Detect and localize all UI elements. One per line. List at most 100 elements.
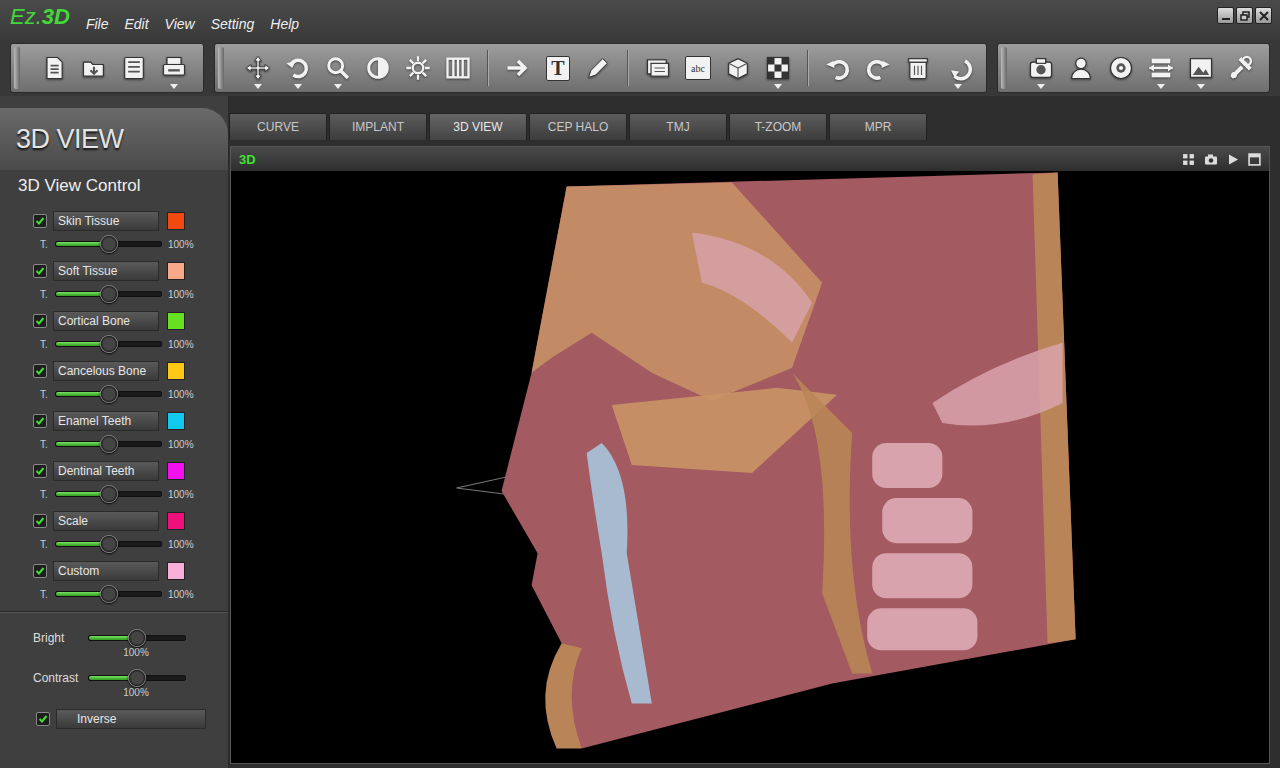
transparency-slider[interactable] <box>55 491 162 497</box>
menu-item[interactable]: Help <box>270 14 299 34</box>
dropdown-caret-icon[interactable] <box>334 84 342 89</box>
dropdown-caret-icon[interactable] <box>170 84 178 89</box>
checker-button[interactable] <box>758 45 798 91</box>
render-canvas[interactable] <box>231 171 1269 763</box>
menu-item[interactable]: File <box>86 14 109 34</box>
doc-button[interactable] <box>34 45 74 91</box>
menu-bar: File Edit View Setting Help <box>86 14 299 34</box>
dropdown-caret-icon[interactable] <box>1157 84 1165 89</box>
measure-button[interactable] <box>1141 45 1181 91</box>
minimize-button[interactable] <box>1217 7 1234 24</box>
transparency-slider[interactable] <box>55 441 162 447</box>
layer-color-swatch[interactable] <box>167 312 185 330</box>
toolbar-grip[interactable] <box>218 47 224 89</box>
bright-button[interactable] <box>398 45 438 91</box>
menu-item[interactable]: Edit <box>124 14 148 34</box>
inverse-checkbox[interactable] <box>36 712 50 726</box>
image-button[interactable] <box>1181 45 1221 91</box>
arrow-button[interactable] <box>498 45 538 91</box>
cube-button[interactable] <box>718 45 758 91</box>
layer-checkbox[interactable] <box>33 364 47 378</box>
layer-color-swatch[interactable] <box>167 562 185 580</box>
reset-button[interactable] <box>938 45 978 91</box>
toolbar-grip[interactable] <box>1001 47 1007 89</box>
transparency-slider[interactable] <box>55 291 162 297</box>
adjustment-slider[interactable] <box>88 675 186 681</box>
move-button[interactable] <box>238 45 278 91</box>
disc-button[interactable] <box>1101 45 1141 91</box>
transparency-slider[interactable] <box>55 541 162 547</box>
slider-knob[interactable] <box>100 385 118 403</box>
transparency-slider[interactable] <box>55 591 162 597</box>
slider-knob[interactable] <box>100 335 118 353</box>
layer-checkbox[interactable] <box>33 264 47 278</box>
layers-button[interactable] <box>638 45 678 91</box>
tab[interactable]: T-ZOOM <box>729 113 827 140</box>
person-button[interactable] <box>1061 45 1101 91</box>
slider-knob[interactable] <box>128 629 146 647</box>
layer-color-swatch[interactable] <box>167 212 185 230</box>
zoom-button[interactable] <box>318 45 358 91</box>
maximize-icon[interactable] <box>1248 153 1261 166</box>
print-button[interactable] <box>154 45 194 91</box>
tab[interactable]: CURVE <box>229 113 327 140</box>
layer-checkbox[interactable] <box>33 564 47 578</box>
tab[interactable]: IMPLANT <box>329 113 427 140</box>
pencil-button[interactable] <box>578 45 618 91</box>
tab[interactable]: 3D VIEW <box>429 113 527 140</box>
redo-button[interactable] <box>858 45 898 91</box>
restore-button[interactable] <box>1236 7 1253 24</box>
transparency-slider[interactable] <box>55 391 162 397</box>
dropdown-caret-icon[interactable] <box>1197 84 1205 89</box>
slider-knob[interactable] <box>100 435 118 453</box>
print-icon <box>160 54 188 82</box>
tab[interactable]: CEP HALO <box>529 113 627 140</box>
dropdown-caret-icon[interactable] <box>1037 84 1045 89</box>
rotate-button[interactable] <box>278 45 318 91</box>
label-button[interactable]: abc <box>678 45 718 91</box>
dropdown-caret-icon[interactable] <box>254 84 262 89</box>
camera-button[interactable] <box>1021 45 1061 91</box>
adjustment-slider[interactable] <box>88 635 186 641</box>
menu-item[interactable]: Setting <box>211 14 255 34</box>
undo-button[interactable] <box>818 45 858 91</box>
slider-knob[interactable] <box>100 235 118 253</box>
play-icon[interactable] <box>1227 153 1239 166</box>
grid-layout-icon[interactable] <box>1182 153 1195 166</box>
menu-item[interactable]: View <box>165 14 195 34</box>
layer-checkbox[interactable] <box>33 464 47 478</box>
columns-button[interactable] <box>438 45 478 91</box>
dropdown-caret-icon[interactable] <box>954 84 962 89</box>
slider-knob[interactable] <box>100 585 118 603</box>
slider-knob[interactable] <box>100 485 118 503</box>
close-button[interactable] <box>1255 7 1272 24</box>
tab[interactable]: MPR <box>829 113 927 140</box>
slider-knob[interactable] <box>100 535 118 553</box>
folder-button[interactable] <box>74 45 114 91</box>
save-button[interactable] <box>114 45 154 91</box>
layer-checkbox[interactable] <box>33 514 47 528</box>
trash-button[interactable] <box>898 45 938 91</box>
tab[interactable]: TMJ <box>629 113 727 140</box>
redo-icon <box>864 54 892 82</box>
tools-button[interactable] <box>1221 45 1261 91</box>
dropdown-caret-icon[interactable] <box>294 84 302 89</box>
slider-knob[interactable] <box>128 669 146 687</box>
contrast-button[interactable] <box>358 45 398 91</box>
layer-color-swatch[interactable] <box>167 462 185 480</box>
dropdown-caret-icon[interactable] <box>774 84 782 89</box>
layer-color-swatch[interactable] <box>167 412 185 430</box>
layer-checkbox[interactable] <box>33 214 47 228</box>
layer-control: Skin TissueT.100% <box>0 211 228 261</box>
layer-color-swatch[interactable] <box>167 512 185 530</box>
toolbar-grip[interactable] <box>14 47 20 89</box>
layer-color-swatch[interactable] <box>167 262 185 280</box>
layer-color-swatch[interactable] <box>167 362 185 380</box>
slider-knob[interactable] <box>100 285 118 303</box>
transparency-slider[interactable] <box>55 341 162 347</box>
text-button[interactable]: T <box>538 45 578 91</box>
layer-checkbox[interactable] <box>33 414 47 428</box>
layer-checkbox[interactable] <box>33 314 47 328</box>
transparency-slider[interactable] <box>55 241 162 247</box>
capture-camera-icon[interactable] <box>1204 153 1218 166</box>
